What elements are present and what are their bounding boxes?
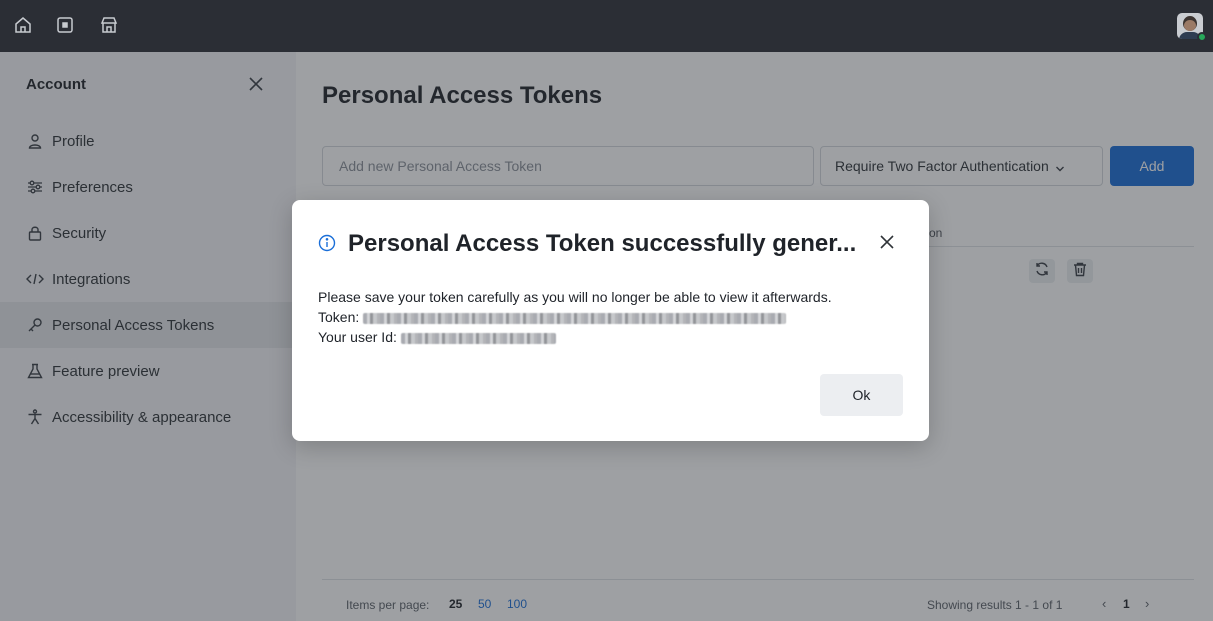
token-line: Token: — [318, 309, 787, 325]
user-id-value-redacted — [400, 332, 556, 344]
info-icon — [318, 234, 336, 252]
dialog-message: Please save your token carefully as you … — [318, 289, 832, 305]
user-id-label: Your user Id: — [318, 329, 397, 345]
token-value-redacted — [363, 312, 787, 324]
ok-button[interactable]: Ok — [820, 374, 903, 416]
token-label: Token: — [318, 309, 360, 325]
marketplace-icon[interactable] — [98, 14, 120, 36]
close-icon[interactable] — [878, 233, 896, 251]
board-icon[interactable] — [54, 14, 76, 36]
dialog-title: Personal Access Token successfully gener… — [348, 230, 857, 257]
online-status-dot — [1197, 32, 1207, 42]
home-icon[interactable] — [12, 14, 34, 36]
top-bar — [0, 0, 1213, 52]
user-id-line: Your user Id: — [318, 329, 556, 345]
token-generated-dialog: Personal Access Token successfully gener… — [292, 200, 929, 441]
